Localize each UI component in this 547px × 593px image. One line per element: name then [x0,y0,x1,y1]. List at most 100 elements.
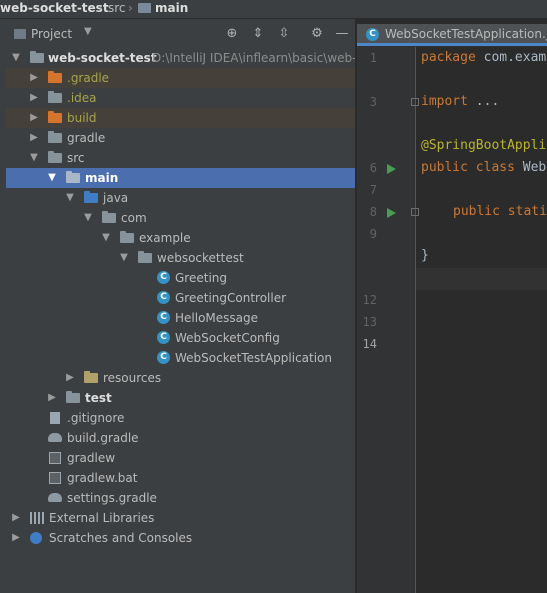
tree-label: HelloMessage [175,311,259,325]
chevron-right-icon[interactable]: ▶ [28,128,40,148]
tree-label: WebSocketConfig [175,331,280,345]
line-number: 13 [362,315,377,329]
tree-node-build-gradle[interactable]: build.gradle [6,428,355,448]
tree-node-test[interactable]: ▶ test [6,388,355,408]
tree-label: resources [103,371,162,385]
tree-node-web-socket-config[interactable]: C WebSocketConfig [6,328,355,348]
tree-node-gitignore[interactable]: .gitignore [6,408,355,428]
code-line-6: @SpringBootAppli [421,138,547,153]
excluded-folder-icon [48,111,62,123]
editor-tab[interactable]: C WebSocketTestApplication.java [357,24,547,46]
tree-node-main[interactable]: ▼ main [6,168,355,188]
tree-node-web-socket-test[interactable]: ▼ web-socket-test D:\IntelliJ IDEA\infle… [6,48,357,68]
tree-node-websockettest[interactable]: ▼ websockettest [6,248,355,268]
folder-icon [48,131,62,143]
chevron-down-icon[interactable]: ▼ [100,228,112,248]
chevron-right-icon[interactable]: ▶ [10,508,22,528]
tree-label: java [103,191,129,205]
tree-node-gradle-cache[interactable]: ▶ .gradle [6,68,355,88]
chevron-right-icon[interactable]: ▶ [28,108,40,128]
folder-icon [138,3,151,13]
class-icon: C [157,271,170,284]
runnable-class-icon: C [157,351,170,364]
module-path: D:\IntelliJ IDEA\inflearn\basic\web- [152,51,357,65]
run-icon[interactable] [387,208,396,218]
tree-node-greeting[interactable]: C Greeting [6,268,355,288]
tree-label: build [67,111,97,125]
module-icon [30,51,44,63]
chevron-down-icon[interactable]: ▼ [118,248,130,268]
resources-folder-icon [84,371,98,383]
run-icon[interactable] [387,164,396,174]
tree-node-gradlew[interactable]: gradlew [6,448,355,468]
file-icon [50,412,60,424]
package-icon [120,231,134,243]
gradle-icon [48,493,62,502]
tree-label: settings.gradle [67,491,157,505]
breadcrumb-main[interactable]: main [155,1,188,15]
tree-node-gradlew-bat[interactable]: gradlew.bat [6,468,355,488]
chevron-down-icon[interactable]: ▼ [84,26,92,37]
tree-label: External Libraries [49,511,155,525]
editor-gutter[interactable]: 1 3 6 7 8 9 12 13 14 [357,47,416,593]
chevron-right-icon[interactable]: ▶ [46,388,58,408]
breadcrumb-project[interactable]: web-socket-test [0,1,109,15]
locate-icon[interactable]: ⊕ [223,24,241,44]
gear-icon[interactable]: ⚙ [308,24,326,44]
chevron-down-icon[interactable]: ▼ [28,148,40,168]
line-number: 6 [369,161,377,175]
code-text: Web [514,160,547,175]
tree-label: com [121,211,147,225]
code-line-13: } [421,248,429,263]
script-icon [49,452,61,464]
tree-node-resources[interactable]: ▶ resources [6,368,355,388]
folder-icon [48,151,62,163]
tree-node-src[interactable]: ▼ src [6,148,355,168]
chevron-right-icon[interactable]: ▶ [28,88,40,108]
line-number: 12 [362,293,377,307]
package-icon [102,211,116,223]
code-line-1: package com.exam [421,50,546,65]
code-keyword: public class [421,160,515,175]
script-icon [49,472,61,484]
code-line-3: import ... [421,94,499,109]
hide-icon[interactable]: — [333,24,351,44]
expand-all-icon[interactable]: ⇕ [249,24,267,44]
chevron-right-icon[interactable]: ▶ [10,528,22,548]
tree-label: example [139,231,191,245]
chevron-down-icon[interactable]: ▼ [64,188,76,208]
tree-node-hello-message[interactable]: C HelloMessage [6,308,355,328]
source-folder-icon [84,191,98,203]
chevron-right-icon[interactable]: ▶ [64,368,76,388]
code-line-9: public stati [453,204,547,219]
tree-node-external-libraries[interactable]: ▶ External Libraries [6,508,355,528]
tree-node-scratches[interactable]: ▶ Scratches and Consoles [6,528,355,548]
tree-node-greeting-controller[interactable]: C GreetingController [6,288,355,308]
tree-node-example[interactable]: ▼ example [6,228,355,248]
tree-node-gradle[interactable]: ▶ gradle [6,128,355,148]
line-number: 3 [369,95,377,109]
tree-node-com[interactable]: ▼ com [6,208,355,228]
fold-icon[interactable] [411,208,419,216]
fold-icon[interactable] [411,98,419,106]
class-icon: C [157,331,170,344]
collapse-all-icon[interactable]: ⇳ [275,24,293,44]
tree-label: .gradle [67,71,110,85]
tree-node-idea[interactable]: ▶ .idea [6,88,355,108]
tree-node-build[interactable]: ▶ build [6,108,355,128]
line-number: 7 [369,183,377,197]
chevron-right-icon[interactable]: ▶ [28,68,40,88]
current-line-highlight [416,268,547,290]
tree-node-settings-gradle[interactable]: settings.gradle [6,488,355,508]
breadcrumb-src[interactable]: src [108,1,126,15]
chevron-down-icon[interactable]: ▼ [46,168,58,188]
tree-node-java[interactable]: ▼ java [6,188,355,208]
code-folded[interactable]: ... [468,94,500,109]
class-icon: C [366,28,379,41]
tree-node-web-socket-test-application[interactable]: C WebSocketTestApplication [6,348,355,368]
code-keyword: package [421,50,476,65]
chevron-down-icon[interactable]: ▼ [82,208,94,228]
chevron-down-icon[interactable]: ▼ [10,48,22,68]
tree-label: .idea [67,91,97,105]
project-view-label[interactable]: Project [31,27,72,41]
